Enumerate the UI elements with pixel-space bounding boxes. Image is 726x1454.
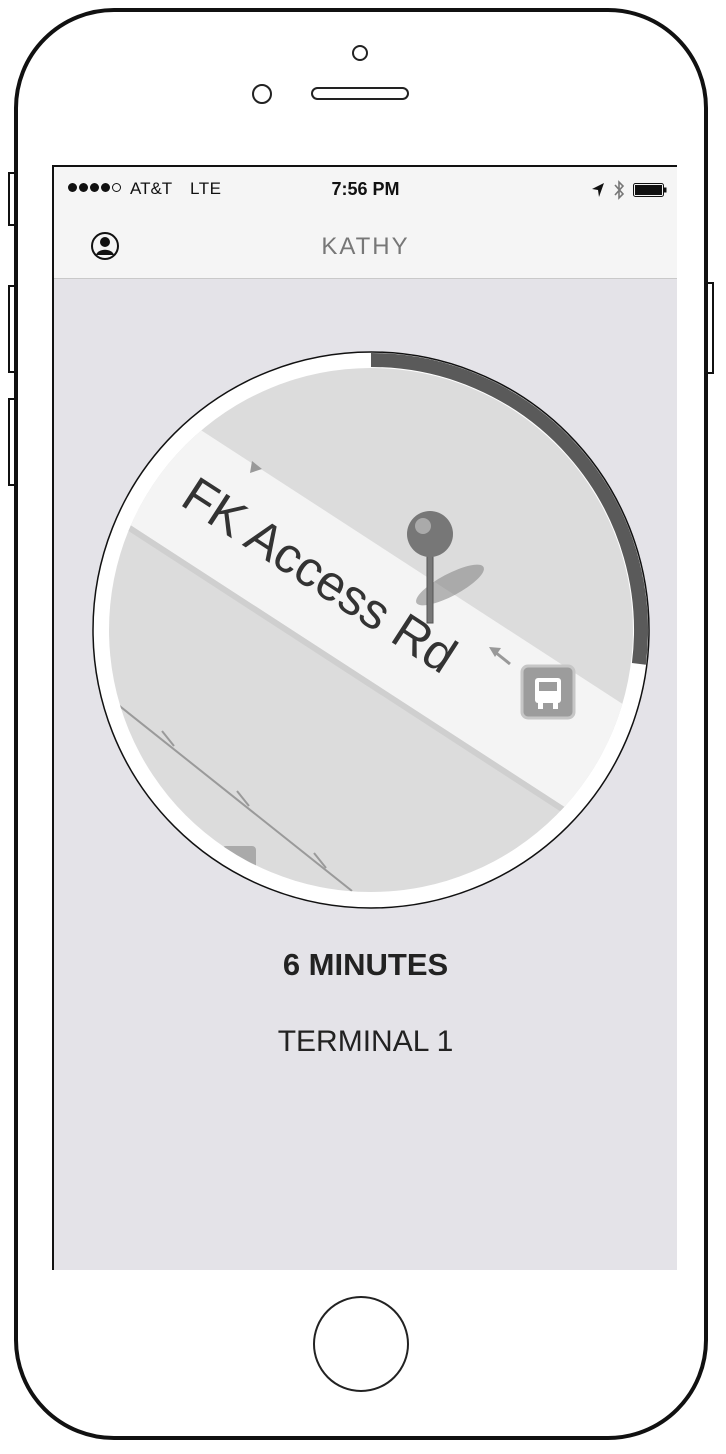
mute-switch — [8, 172, 16, 226]
status-bar: AT&T LTE 7:56 PM — [54, 177, 677, 203]
proximity-sensor — [252, 84, 272, 104]
eta-destination: TERMINAL 1 — [277, 1025, 454, 1058]
volume-up-button — [8, 285, 16, 373]
eta-duration: 6 MINUTES — [282, 947, 449, 982]
earpiece-speaker — [311, 87, 409, 100]
location-arrow-icon — [592, 183, 604, 197]
app-screen: AT&T LTE 7:56 PM KATHY FK Access Rd 6 MI… — [52, 165, 677, 1270]
front-camera — [352, 45, 368, 61]
page-title: KATHY — [321, 233, 410, 260]
volume-down-button — [8, 398, 16, 486]
home-button[interactable] — [313, 1296, 409, 1392]
map-view[interactable]: FK Access Rd — [92, 351, 650, 909]
bluetooth-icon — [614, 180, 625, 200]
status-time: 7:56 PM — [331, 179, 400, 199]
top-bar: AT&T LTE 7:56 PM KATHY — [54, 167, 677, 279]
power-button — [706, 282, 714, 374]
bus-stop-icon[interactable] — [520, 664, 576, 720]
battery-icon — [633, 183, 667, 197]
navigation-bar: KATHY — [54, 219, 677, 275]
